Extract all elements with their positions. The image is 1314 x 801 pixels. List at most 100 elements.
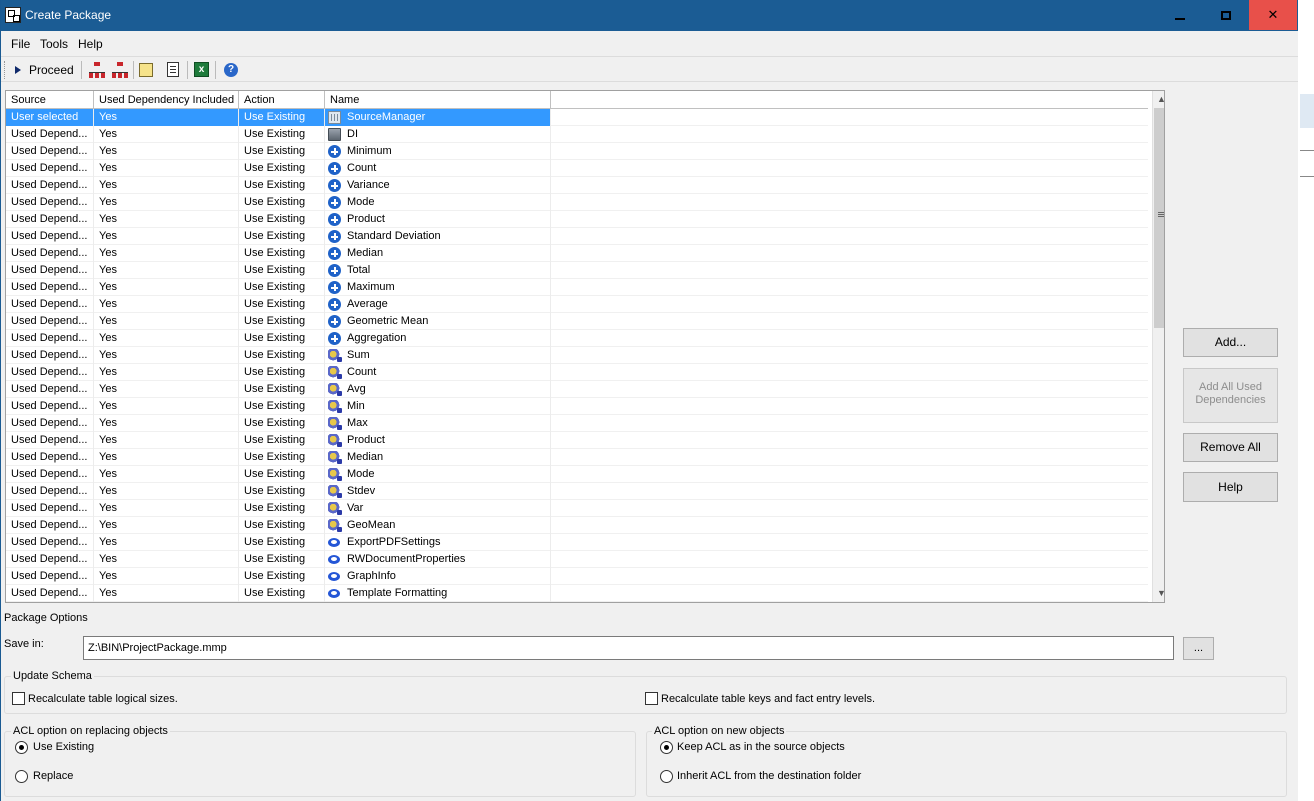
used-dependency-cell: Yes (94, 262, 239, 279)
table-row[interactable]: Used Depend... Yes Use Existing Standard De… (6, 228, 1148, 245)
remove-all-button[interactable]: Remove All (1183, 433, 1278, 462)
column-header-name[interactable]: Name (325, 91, 551, 109)
add-all-used-dependencies-button[interactable]: Add All Used Dependencies (1183, 368, 1278, 423)
table-row[interactable]: Used Depend... Yes Use Existing Var (6, 500, 1148, 517)
table-row[interactable]: Used Depend... Yes Use Existing Median (6, 449, 1148, 466)
name-text: Minimum (347, 145, 392, 157)
table-row[interactable]: Used Depend... Yes Use Existing Minimum (6, 143, 1148, 160)
minimize-button[interactable] (1157, 0, 1203, 30)
table-row[interactable]: Used Depend... Yes Use Existing Min (6, 398, 1148, 415)
table-row[interactable]: Used Depend... Yes Use Existing Count (6, 364, 1148, 381)
table-row[interactable]: Used Depend... Yes Use Existing GraphInfo (6, 568, 1148, 585)
menu-tools[interactable]: Tools (40, 37, 68, 51)
background-divider (1300, 150, 1314, 151)
source-cell: Used Depend... (6, 534, 94, 551)
table-row[interactable]: Used Depend... Yes Use Existing Geometric M… (6, 313, 1148, 330)
recalc-logical-checkbox[interactable] (12, 692, 25, 705)
used-dependency-cell: Yes (94, 500, 239, 517)
scroll-thumb[interactable] (1154, 108, 1164, 328)
table-row[interactable]: Used Depend... Yes Use Existing Product (6, 211, 1148, 228)
action-cell: Use Existing (239, 500, 325, 517)
source-cell: Used Depend... (6, 194, 94, 211)
close-icon: ✕ (1267, 7, 1279, 22)
proceed-button[interactable]: Proceed (11, 60, 74, 80)
recalc-keys-checkbox[interactable] (645, 692, 658, 705)
save-in-label: Save in: (4, 638, 44, 650)
menu-help[interactable]: Help (78, 37, 103, 51)
action-cell: Use Existing (239, 551, 325, 568)
name-text: Average (347, 298, 388, 310)
grid-vertical-scrollbar[interactable]: ▲ ▼ (1152, 91, 1164, 602)
action-cell: Use Existing (239, 279, 325, 296)
table-row[interactable]: Used Depend... Yes Use Existing Mode (6, 466, 1148, 483)
table-row[interactable]: Used Depend... Yes Use Existing Max (6, 415, 1148, 432)
objects-grid[interactable]: Source Used Dependency Included Action N… (5, 90, 1165, 603)
table-row[interactable]: Used Depend... Yes Use Existing Aggregation (6, 330, 1148, 347)
help-button[interactable]: Help (1183, 472, 1278, 502)
metric-icon (328, 162, 341, 175)
name-text: ExportPDFSettings (347, 536, 441, 548)
add-button[interactable]: Add... (1183, 328, 1278, 357)
table-row[interactable]: Used Depend... Yes Use Existing ExportPDFSe… (6, 534, 1148, 551)
save-in-field[interactable]: Z:\BIN\ProjectPackage.mmp (83, 636, 1174, 660)
name-text: Variance (347, 179, 390, 191)
maximize-button[interactable] (1203, 0, 1249, 30)
used-dependency-cell: Yes (94, 347, 239, 364)
source-cell: Used Depend... (6, 126, 94, 143)
table-row[interactable]: Used Depend... Yes Use Existing DI (6, 126, 1148, 143)
scroll-up-icon[interactable]: ▲ (1153, 91, 1164, 108)
used-dependency-cell: Yes (94, 466, 239, 483)
table-row[interactable]: Used Depend... Yes Use Existing Mode (6, 194, 1148, 211)
used-dependency-cell: Yes (94, 296, 239, 313)
dependency-tree-icon[interactable] (88, 61, 106, 79)
column-header-used-dependency[interactable]: Used Dependency Included (94, 91, 239, 109)
inherit-acl-radio[interactable] (660, 770, 673, 783)
use-existing-radio[interactable] (15, 741, 28, 754)
table-row[interactable]: Used Depend... Yes Use Existing Sum (6, 347, 1148, 364)
used-dependency-cell: Yes (94, 126, 239, 143)
used-dependency-cell: Yes (94, 449, 239, 466)
function-icon (328, 485, 342, 498)
name-cell: Product (325, 211, 551, 228)
action-cell: Use Existing (239, 415, 325, 432)
name-text: RWDocumentProperties (347, 553, 466, 565)
name-text: Median (347, 247, 384, 259)
table-row[interactable]: Used Depend... Yes Use Existing Total (6, 262, 1148, 279)
properties-icon[interactable] (139, 63, 153, 77)
source-cell: Used Depend... (6, 398, 94, 415)
keep-acl-radio[interactable] (660, 741, 673, 754)
name-cell: Variance (325, 177, 551, 194)
table-row[interactable]: Used Depend... Yes Use Existing Median (6, 245, 1148, 262)
table-row[interactable]: Used Depend... Yes Use Existing GeoMean (6, 517, 1148, 534)
name-cell: Maximum (325, 279, 551, 296)
table-row[interactable]: User selected Yes Use Existing SourceManage… (6, 109, 1148, 126)
used-dependency-cell: Yes (94, 160, 239, 177)
document-icon[interactable] (167, 62, 179, 77)
table-row[interactable]: Used Depend... Yes Use Existing Template Fo… (6, 585, 1148, 602)
maximize-icon (1221, 11, 1231, 21)
table-row[interactable]: Used Depend... Yes Use Existing Product (6, 432, 1148, 449)
replace-radio[interactable] (15, 770, 28, 783)
table-row[interactable]: Used Depend... Yes Use Existing Stdev (6, 483, 1148, 500)
table-row[interactable]: Used Depend... Yes Use Existing Count (6, 160, 1148, 177)
name-cell: ExportPDFSettings (325, 534, 551, 551)
column-header-action[interactable]: Action (239, 91, 325, 109)
name-text: Standard Deviation (347, 230, 441, 242)
menu-file[interactable]: File (11, 37, 30, 51)
used-dependency-tree-icon[interactable] (111, 61, 129, 79)
table-row[interactable]: Used Depend... Yes Use Existing Maximum (6, 279, 1148, 296)
column-header-source[interactable]: Source (6, 91, 94, 109)
cube-icon (328, 128, 341, 141)
action-cell: Use Existing (239, 585, 325, 602)
close-button[interactable]: ✕ (1249, 0, 1297, 30)
excel-export-icon[interactable]: x (194, 62, 209, 77)
table-row[interactable]: Used Depend... Yes Use Existing Average (6, 296, 1148, 313)
name-text: Min (347, 400, 365, 412)
table-row[interactable]: Used Depend... Yes Use Existing Avg (6, 381, 1148, 398)
source-manager-icon (328, 111, 341, 124)
table-row[interactable]: Used Depend... Yes Use Existing Variance (6, 177, 1148, 194)
scroll-down-icon[interactable]: ▼ (1153, 585, 1164, 602)
browse-button[interactable]: ... (1183, 637, 1214, 660)
help-icon[interactable]: ? (224, 63, 238, 77)
table-row[interactable]: Used Depend... Yes Use Existing RWDocumentP… (6, 551, 1148, 568)
